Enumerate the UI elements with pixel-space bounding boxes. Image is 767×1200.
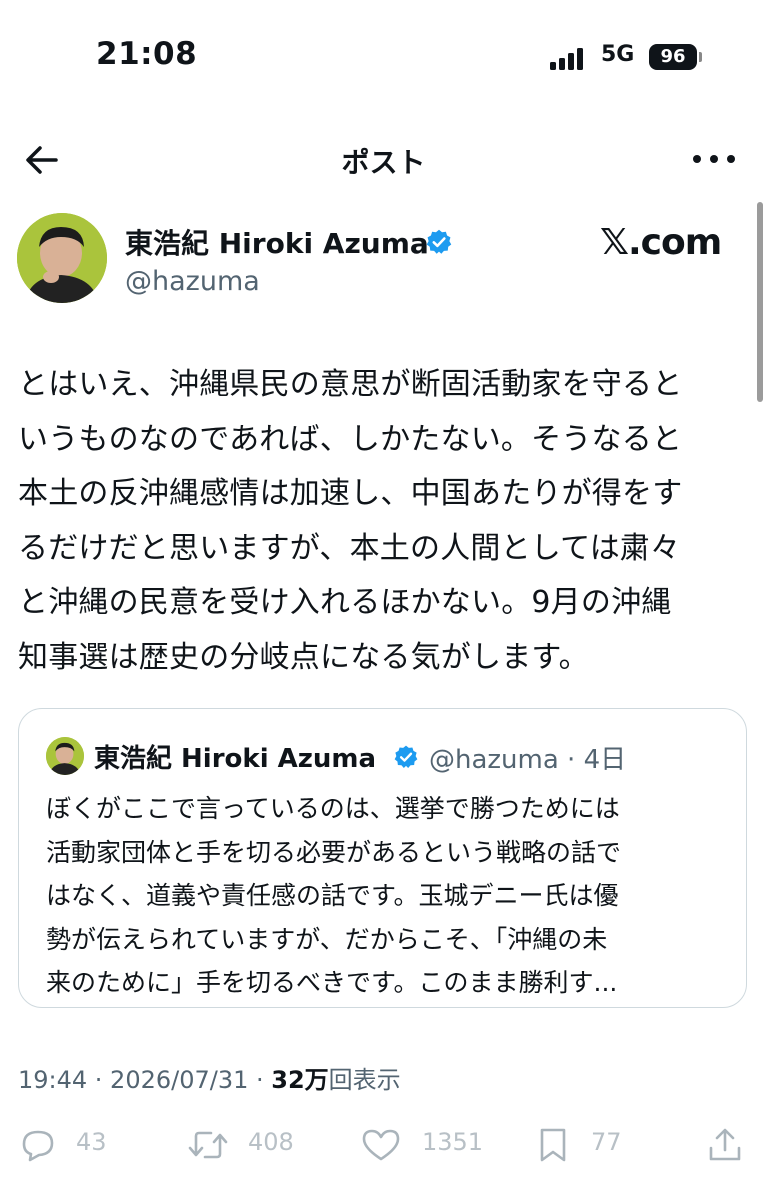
post-line: と沖縄の民意を受け入れるほかない。9月の沖縄 — [18, 585, 672, 620]
reply-button[interactable]: 43 — [18, 1120, 128, 1170]
repost-icon — [188, 1131, 228, 1159]
signal-bars-icon — [550, 46, 588, 70]
quoted-line: 活動家団体と手を切る必要があるという戦略の話で — [46, 837, 622, 867]
share-button[interactable] — [705, 1120, 747, 1170]
quoted-line: ぼくがここで言っているのは、選挙で勝つためには — [46, 794, 620, 823]
battery-indicator: 96 — [649, 44, 697, 70]
author-avatar[interactable] — [17, 213, 107, 303]
author-name[interactable]: 東浩紀 Hiroki Azuma — [125, 222, 429, 262]
source-watermark: 𝕏.com — [600, 222, 722, 263]
battery-tip — [699, 52, 702, 62]
like-count: 1351 — [422, 1128, 484, 1156]
quoted-line: 勢が伝えられていますが、だからこそ、「沖縄の未 — [46, 924, 608, 954]
quoted-line: はなく、道義や責任感の話です。玉城デニー氏は優 — [46, 881, 619, 910]
more-button[interactable] — [693, 153, 735, 167]
quoted-author-avatar — [46, 737, 84, 775]
post-text: とはいえ、沖縄県民の意思が断固活動家を守ると いうものなのであれば、しかたない。… — [18, 358, 753, 685]
quoted-handle-time: @hazuma · 4日 — [429, 745, 627, 775]
post-timestamp: 19:44 · 2026/07/31 · — [18, 1066, 272, 1094]
action-bar: 43 408 1351 77 — [0, 1120, 767, 1170]
author-handle[interactable]: @hazuma — [125, 266, 260, 297]
view-count[interactable]: 32万 — [271, 1066, 328, 1094]
quoted-post-card[interactable]: 東浩紀 Hiroki Azuma @hazuma · 4日 ぼくがここで言ってい… — [18, 708, 747, 1008]
status-bar: 21:08 5G 96 — [0, 0, 767, 110]
like-icon — [362, 1129, 400, 1161]
status-time: 21:08 — [96, 36, 198, 72]
quoted-line: 来のために」手を切るべきです。このまま勝利す... — [46, 968, 618, 997]
verified-badge-icon — [426, 229, 452, 254]
post-metadata: 19:44 · 2026/07/31 · 32万回表示 — [18, 1060, 401, 1095]
bookmark-count: 77 — [591, 1128, 622, 1156]
post-line: 知事選は歴史の分岐点になる気がします。 — [18, 639, 589, 675]
scrollbar-thumb[interactable] — [757, 202, 763, 402]
reply-count: 43 — [76, 1128, 107, 1156]
bookmark-button[interactable]: 77 — [535, 1120, 645, 1170]
reply-icon — [22, 1130, 54, 1162]
repost-count: 408 — [248, 1128, 294, 1156]
bookmark-icon — [540, 1128, 566, 1162]
quoted-post-text: ぼくがここで言っているのは、選挙で勝つためには 活動家団体と手を切る必要があると… — [46, 787, 736, 1005]
page-title: ポスト — [341, 146, 426, 179]
post-line: とはいえ、沖縄県民の意思が断固活動家を守ると — [18, 367, 683, 402]
quoted-author-name: 東浩紀 Hiroki Azuma — [94, 744, 377, 774]
post-line: 本土の反沖縄感情は加速し、中国あたりが得をす — [18, 476, 683, 511]
repost-button[interactable]: 408 — [186, 1120, 316, 1170]
views-label: 回表示 — [328, 1066, 401, 1094]
top-navigation: ポスト — [0, 125, 767, 195]
share-icon — [709, 1128, 741, 1161]
network-type: 5G — [601, 42, 635, 67]
post-line: いうものなのであれば、しかたない。そうなると — [18, 421, 683, 457]
verified-badge-icon — [394, 745, 418, 768]
post-line: るだけだと思いますが、本土の人間としては粛々 — [18, 530, 681, 566]
like-button[interactable]: 1351 — [360, 1120, 500, 1170]
